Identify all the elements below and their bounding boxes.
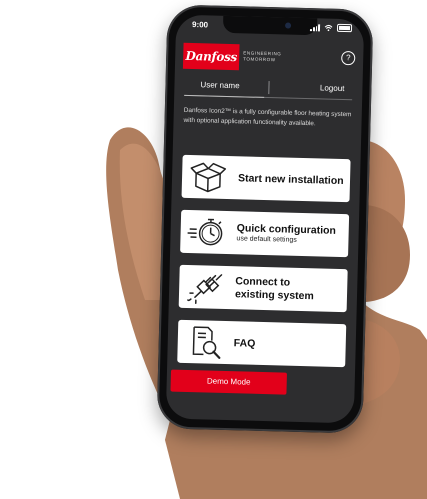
signal-icon bbox=[309, 23, 321, 31]
card-subtitle: use default settings bbox=[236, 235, 297, 244]
status-bar: 9:00 bbox=[176, 15, 364, 40]
username-tab[interactable]: User name bbox=[200, 80, 239, 90]
faq-button[interactable]: FAQ bbox=[177, 319, 347, 368]
card-title-line2: existing system bbox=[234, 288, 314, 303]
quick-configuration-button[interactable]: Quick configuration use default settings bbox=[180, 209, 350, 258]
stopwatch-icon bbox=[187, 218, 223, 246]
card-title-line1: Connect to bbox=[235, 275, 291, 289]
intro-text: Danfoss Icon2™ is a fully configurable f… bbox=[183, 106, 352, 127]
active-tab-indicator bbox=[184, 94, 265, 98]
start-new-installation-button[interactable]: Start new installation bbox=[181, 154, 351, 203]
connect-existing-system-button[interactable]: Connect to existing system bbox=[178, 264, 348, 313]
document-search-icon bbox=[192, 326, 221, 359]
brand-tagline: ENGINEERING TOMORROW bbox=[243, 50, 282, 63]
card-title: Start new installation bbox=[237, 172, 344, 188]
app-screen: 9:00 Danfoss ENGINEERING TOMORROW ? User… bbox=[165, 14, 365, 424]
phone-frame: 9:00 Danfoss ENGINEERING TOMORROW ? User… bbox=[156, 4, 374, 434]
user-bar: User name Logout bbox=[184, 76, 353, 101]
status-time: 9:00 bbox=[191, 20, 209, 30]
danfoss-logo: Danfoss bbox=[182, 42, 240, 71]
demo-mode-button[interactable]: Demo Mode bbox=[170, 369, 287, 395]
plug-icon bbox=[187, 274, 223, 304]
logout-button[interactable]: Logout bbox=[320, 83, 345, 93]
box-icon bbox=[190, 162, 227, 193]
help-button[interactable]: ? bbox=[341, 50, 356, 66]
card-title: FAQ bbox=[233, 337, 256, 350]
wifi-icon bbox=[324, 24, 333, 31]
app-header: Danfoss ENGINEERING TOMORROW ? bbox=[175, 41, 364, 78]
battery-icon bbox=[336, 23, 353, 33]
divider bbox=[268, 81, 270, 95]
